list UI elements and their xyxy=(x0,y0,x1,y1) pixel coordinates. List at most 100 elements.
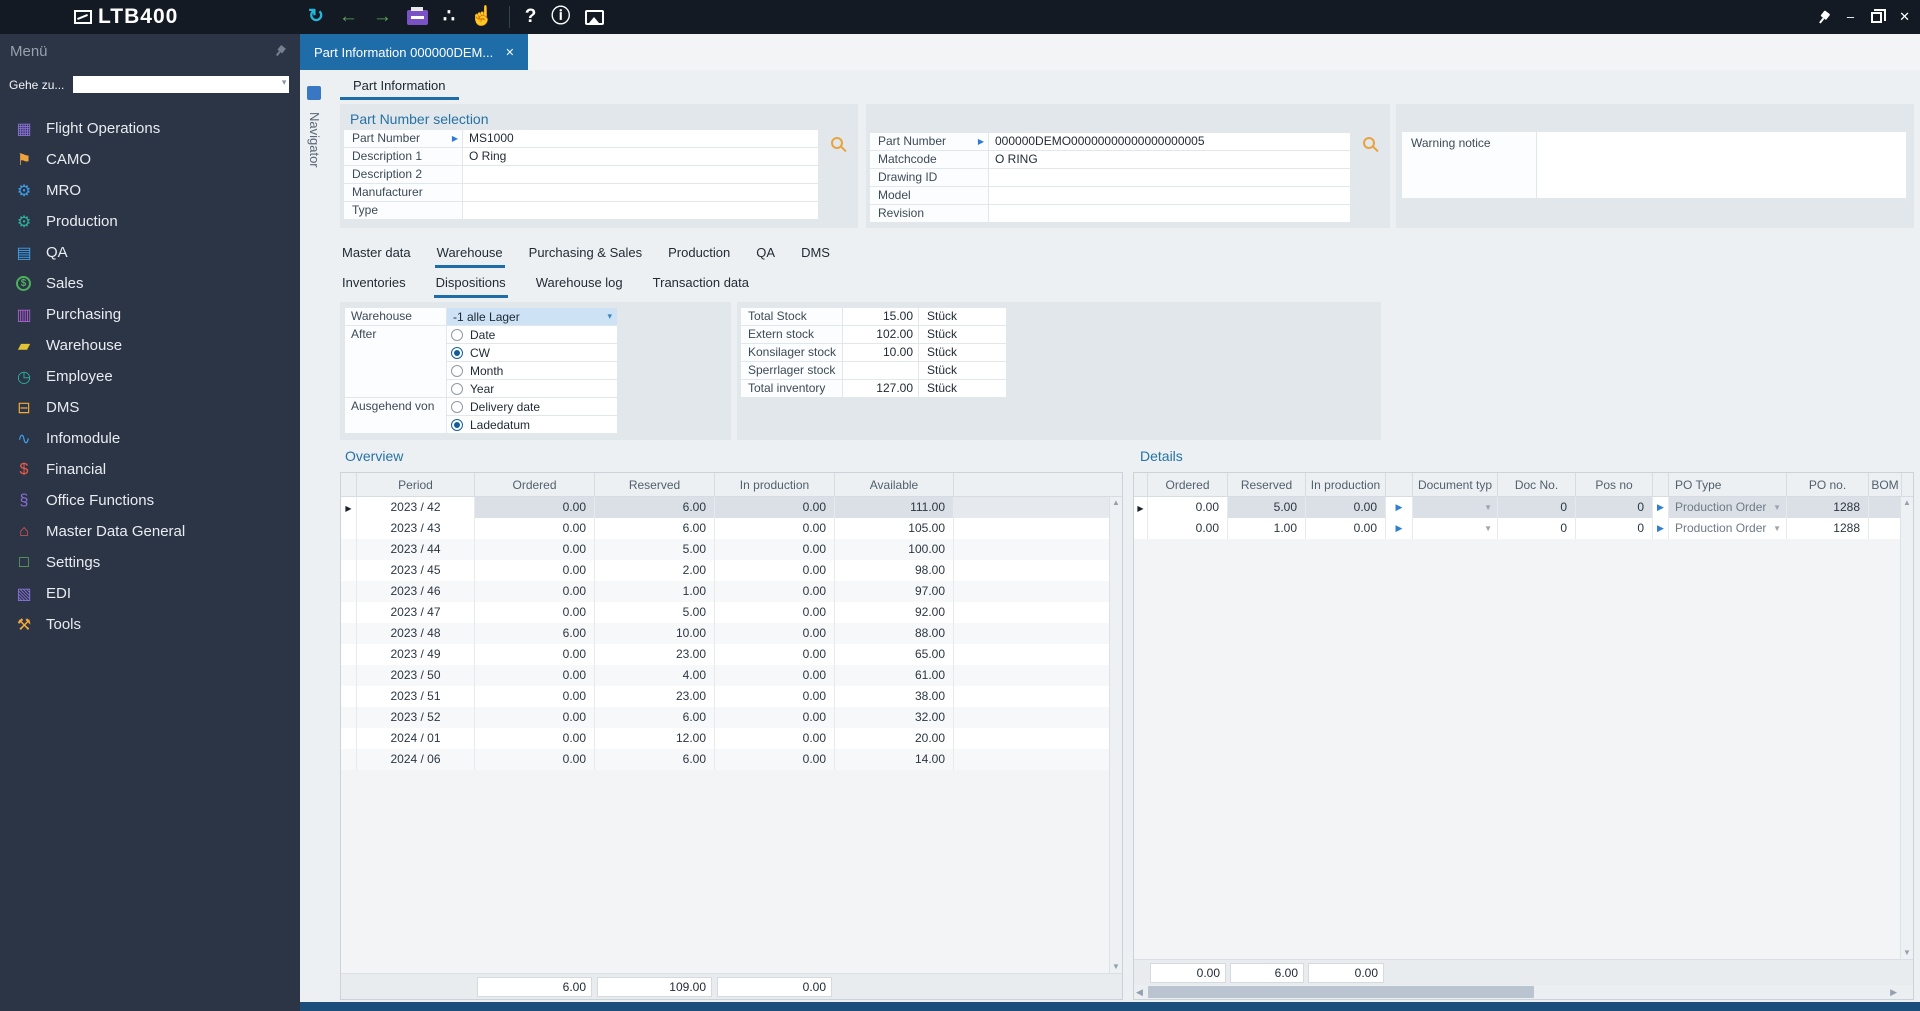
subtab-dispositions[interactable]: Dispositions xyxy=(433,272,508,298)
tab-production[interactable]: Production xyxy=(666,242,732,268)
restore-button[interactable] xyxy=(1871,8,1887,23)
field-value[interactable] xyxy=(463,202,818,219)
details-row[interactable]: ▶ 0.00 5.00 0.00 ▶ ▼ 0 0 ▶ Production Order ▼ 1288 xyxy=(1134,497,1913,518)
row-detail-arrow-icon[interactable]: ▶ xyxy=(1653,497,1669,518)
column-header-document-typ[interactable]: Document typ xyxy=(1413,473,1498,496)
scroll-down-icon[interactable]: ▼ xyxy=(1903,947,1911,959)
minimize-button[interactable]: – xyxy=(1847,0,1854,34)
row-detail-arrow-icon[interactable]: ▶ xyxy=(1386,518,1413,539)
field-value[interactable] xyxy=(989,169,1350,186)
forward-icon[interactable]: → xyxy=(373,0,392,34)
column-header-pos-no[interactable]: Pos no xyxy=(1576,473,1653,496)
sidebar-item-financial[interactable]: $ Financial xyxy=(0,454,300,485)
column-header-in-production[interactable]: In production xyxy=(715,473,835,496)
overview-row[interactable]: 2023 / 46 0.00 1.00 0.00 97.00 xyxy=(341,581,1122,602)
column-header-bom[interactable]: BOM xyxy=(1869,473,1902,496)
overview-row[interactable]: 2024 / 06 0.00 6.00 0.00 14.00 xyxy=(341,749,1122,770)
field-value[interactable] xyxy=(989,187,1350,204)
tab-part-information[interactable]: Part Information xyxy=(340,74,459,100)
radio-option-delivery-date[interactable]: Delivery date xyxy=(447,398,617,415)
image-icon[interactable] xyxy=(585,9,605,25)
document-type-select[interactable]: ▼ xyxy=(1413,518,1498,539)
field-nav-arrow-icon[interactable]: ▶ xyxy=(452,130,458,147)
column-header-period[interactable]: Period xyxy=(357,473,475,496)
column-header-doc-no[interactable]: Doc No. xyxy=(1498,473,1576,496)
row-detail-arrow-icon[interactable]: ▶ xyxy=(1386,497,1413,518)
sidebar-item-employee[interactable]: ◷ Employee xyxy=(0,361,300,392)
close-icon[interactable]: ✕ xyxy=(505,46,514,59)
radio-option-year[interactable]: Year xyxy=(447,380,617,397)
column-header-po-no[interactable]: PO no. xyxy=(1787,473,1869,496)
column-header-reserved[interactable]: Reserved xyxy=(1228,473,1306,496)
sidebar-item-warehouse[interactable]: ▰ Warehouse xyxy=(0,330,300,361)
overview-row[interactable]: 2024 / 01 0.00 12.00 0.00 20.00 xyxy=(341,728,1122,749)
scroll-down-icon[interactable]: ▼ xyxy=(1112,961,1120,973)
details-row[interactable]: 0.00 1.00 0.00 ▶ ▼ 0 0 ▶ Production Order ▼ 1288 xyxy=(1134,518,1913,539)
sitemap-icon[interactable]: ∴ xyxy=(443,0,455,34)
overview-row[interactable]: 2023 / 45 0.00 2.00 0.00 98.00 xyxy=(341,560,1122,581)
overview-row[interactable]: 2023 / 47 0.00 5.00 0.00 92.00 xyxy=(341,602,1122,623)
field-value[interactable] xyxy=(463,184,818,201)
column-header-available[interactable]: Available xyxy=(835,473,954,496)
sidebar-item-sales[interactable]: $ Sales xyxy=(0,268,300,299)
sidebar-item-qa[interactable]: ▤ QA xyxy=(0,237,300,268)
sidebar-item-mro[interactable]: ⚙ MRO xyxy=(0,175,300,206)
tab-warehouse[interactable]: Warehouse xyxy=(434,242,505,268)
field-value[interactable] xyxy=(989,205,1350,222)
warehouse-select[interactable]: -1 alle Lager ▾ xyxy=(447,308,617,325)
goto-input[interactable]: ▾ xyxy=(73,76,290,93)
print-icon[interactable] xyxy=(406,6,428,25)
touch-pointer-icon[interactable]: ☝ xyxy=(470,0,494,34)
radio-option-ladedatum[interactable]: Ladedatum xyxy=(447,416,617,433)
field-value[interactable] xyxy=(463,166,818,183)
radio-option-month[interactable]: Month xyxy=(447,362,617,379)
sidebar-item-production[interactable]: ⚙ Production xyxy=(0,206,300,237)
column-header-reserved[interactable]: Reserved xyxy=(595,473,715,496)
row-detail-arrow-icon[interactable]: ▶ xyxy=(1653,518,1669,539)
overview-row[interactable]: 2023 / 44 0.00 5.00 0.00 100.00 xyxy=(341,539,1122,560)
sidebar-item-infomodule[interactable]: ∿ Infomodule xyxy=(0,423,300,454)
tab-purchasing-sales[interactable]: Purchasing & Sales xyxy=(527,242,644,268)
overview-row[interactable]: 2023 / 52 0.00 6.00 0.00 32.00 xyxy=(341,707,1122,728)
overview-row[interactable]: 2023 / 43 0.00 6.00 0.00 105.00 xyxy=(341,518,1122,539)
search-icon[interactable] xyxy=(1363,137,1375,149)
column-header-ordered[interactable]: Ordered xyxy=(475,473,595,496)
sidebar-item-purchasing[interactable]: ▥ Purchasing xyxy=(0,299,300,330)
subtab-inventories[interactable]: Inventories xyxy=(340,272,408,298)
tab-dms[interactable]: DMS xyxy=(799,242,832,268)
back-icon[interactable]: ← xyxy=(339,0,358,34)
overview-row[interactable]: 2023 / 51 0.00 23.00 0.00 38.00 xyxy=(341,686,1122,707)
po-type-select[interactable]: Production Order ▼ xyxy=(1669,497,1787,518)
overview-row[interactable]: 2023 / 48 6.00 10.00 0.00 88.00 xyxy=(341,623,1122,644)
sidebar-item-dms[interactable]: ⊟ DMS xyxy=(0,392,300,423)
warning-notice-field[interactable] xyxy=(1537,132,1906,198)
help-icon[interactable]: ? xyxy=(525,0,537,34)
scroll-right-icon[interactable]: ▶ xyxy=(1890,987,1897,998)
overview-row[interactable]: 2023 / 49 0.00 23.00 0.00 65.00 xyxy=(341,644,1122,665)
scroll-up-icon[interactable]: ▲ xyxy=(1903,497,1911,509)
sidebar-item-settings[interactable]: □ Settings xyxy=(0,547,300,578)
po-type-select[interactable]: Production Order ▼ xyxy=(1669,518,1787,539)
field-value[interactable]: O RING xyxy=(989,151,1350,168)
field-value[interactable]: 000000DEMO00000000000000000005 xyxy=(989,133,1350,150)
overview-row[interactable]: 2023 / 50 0.00 4.00 0.00 61.00 xyxy=(341,665,1122,686)
document-tab[interactable]: Part Information 000000DEM... ✕ xyxy=(300,34,529,70)
radio-option-cw[interactable]: CW xyxy=(447,344,617,361)
field-value[interactable]: O Ring xyxy=(463,148,818,165)
horizontal-scrollbar[interactable]: ◀ ▶ xyxy=(1134,985,1913,999)
subtab-warehouse-log[interactable]: Warehouse log xyxy=(534,272,625,298)
scroll-up-icon[interactable]: ▲ xyxy=(1112,497,1120,509)
tab-qa[interactable]: QA xyxy=(754,242,777,268)
vertical-scrollbar[interactable]: ▲ ▼ xyxy=(1900,497,1913,959)
pin-icon[interactable] xyxy=(273,44,288,59)
close-button[interactable]: ✕ xyxy=(1899,0,1910,34)
navigator-panel[interactable]: Navigator xyxy=(300,70,328,970)
sidebar-item-tools[interactable]: ⚒ Tools xyxy=(0,609,300,640)
column-header-po-type[interactable]: PO Type xyxy=(1669,473,1787,496)
scroll-left-icon[interactable]: ◀ xyxy=(1136,987,1143,998)
column-header-in-production[interactable]: In production xyxy=(1306,473,1386,496)
sidebar-item-master-data-general[interactable]: ⌂ Master Data General xyxy=(0,516,300,547)
sidebar-item-edi[interactable]: ▧ EDI xyxy=(0,578,300,609)
tab-master-data[interactable]: Master data xyxy=(340,242,413,268)
refresh-icon[interactable]: ↻ xyxy=(308,0,324,34)
